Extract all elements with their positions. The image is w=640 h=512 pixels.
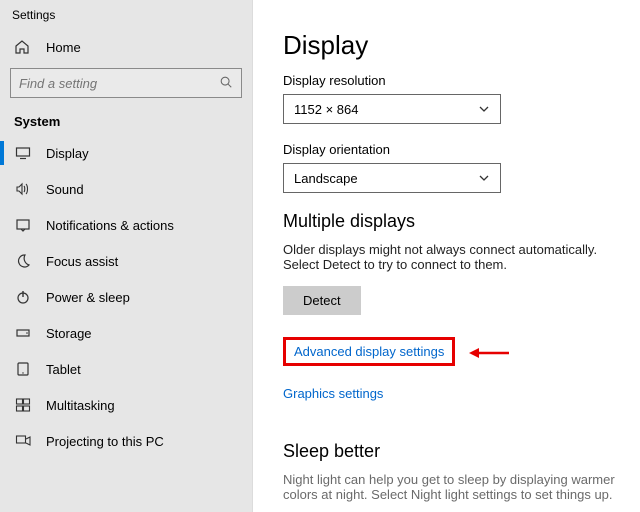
chevron-down-icon [478, 103, 490, 115]
multiple-displays-desc: Older displays might not always connect … [283, 242, 623, 272]
storage-icon [14, 325, 32, 341]
nav-item-display[interactable]: Display [0, 135, 252, 171]
nav-item-notifications-actions[interactable]: Notifications & actions [0, 207, 252, 243]
nav-item-label: Tablet [46, 362, 81, 377]
page-title: Display [283, 30, 640, 61]
content-pane: Display Display resolution 1152 × 864 Di… [253, 0, 640, 512]
sleep-better-header: Sleep better [283, 441, 640, 462]
nav-item-sound[interactable]: Sound [0, 171, 252, 207]
nav-item-storage[interactable]: Storage [0, 315, 252, 351]
nav-item-tablet[interactable]: Tablet [0, 351, 252, 387]
orientation-label: Display orientation [283, 142, 640, 157]
nav-item-label: Focus assist [46, 254, 118, 269]
sleep-better-desc: Night light can help you get to sleep by… [283, 472, 628, 502]
nav-item-power-sleep[interactable]: Power & sleep [0, 279, 252, 315]
advanced-display-settings-link[interactable]: Advanced display settings [294, 344, 444, 359]
annotation-arrow [469, 346, 509, 360]
search-input[interactable] [11, 69, 207, 97]
nav-item-label: Display [46, 146, 89, 161]
section-header: System [0, 98, 252, 135]
resolution-value: 1152 × 864 [294, 102, 358, 117]
nav-item-label: Power & sleep [46, 290, 130, 305]
moon-icon [14, 253, 32, 269]
nav-item-multitasking[interactable]: Multitasking [0, 387, 252, 423]
home-nav[interactable]: Home [0, 30, 252, 64]
tablet-icon [14, 361, 32, 377]
project-icon [14, 433, 32, 449]
sound-icon [14, 181, 32, 197]
window-title: Settings [0, 8, 252, 30]
nav-item-focus-assist[interactable]: Focus assist [0, 243, 252, 279]
nav-pane: Settings Home System Display Sound Notific… [0, 0, 253, 512]
monitor-icon [14, 145, 32, 161]
chevron-down-icon [478, 172, 490, 184]
settings-app: Settings Home System Display Sound Notific… [0, 0, 640, 512]
home-icon [14, 39, 32, 55]
resolution-label: Display resolution [283, 73, 640, 88]
power-icon [14, 289, 32, 305]
orientation-value: Landscape [294, 171, 358, 186]
orientation-dropdown[interactable]: Landscape [283, 163, 501, 193]
nav-item-label: Storage [46, 326, 92, 341]
detect-button[interactable]: Detect [283, 286, 361, 315]
nav-item-projecting-to-this-pc[interactable]: Projecting to this PC [0, 423, 252, 459]
search-icon [219, 75, 233, 89]
home-label: Home [46, 40, 81, 55]
nav-item-label: Sound [46, 182, 84, 197]
nav-item-label: Multitasking [46, 398, 115, 413]
multiple-displays-header: Multiple displays [283, 211, 640, 232]
nav-item-label: Notifications & actions [46, 218, 174, 233]
highlight-box: Advanced display settings [283, 337, 455, 366]
nav-item-label: Projecting to this PC [46, 434, 164, 449]
nav-list: Display Sound Notifications & actions Focus… [0, 135, 252, 459]
graphics-settings-link[interactable]: Graphics settings [283, 386, 383, 401]
multitask-icon [14, 397, 32, 413]
search-box[interactable] [10, 68, 242, 98]
resolution-dropdown[interactable]: 1152 × 864 [283, 94, 501, 124]
notify-icon [14, 217, 32, 233]
